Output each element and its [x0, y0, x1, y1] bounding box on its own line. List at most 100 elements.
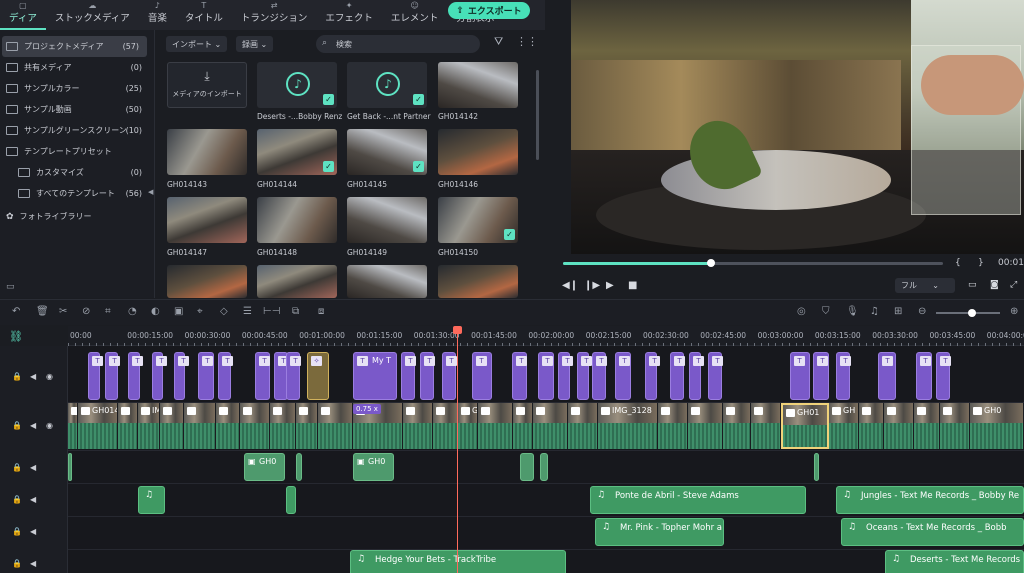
video-clip[interactable]	[296, 403, 318, 449]
title-clip[interactable]: T	[88, 352, 103, 400]
stop-icon[interactable]: ■	[628, 280, 637, 291]
title-clip[interactable]: T	[615, 352, 631, 400]
media-thumb-audio[interactable]: ♪ ✓	[257, 62, 337, 108]
title-clip[interactable]: T	[198, 352, 214, 400]
fullscreen-icon[interactable]: ⤢	[1010, 280, 1017, 290]
effect-clip[interactable]: ✧	[307, 352, 329, 400]
title-clip[interactable]: T	[916, 352, 932, 400]
lock-icon[interactable]: 🔒	[12, 421, 22, 430]
video-clip[interactable]	[859, 403, 884, 449]
media-thumb-video[interactable]	[438, 62, 518, 108]
adjust-icon[interactable]: ☰	[243, 306, 252, 317]
collapse-sidebar-icon[interactable]: ◀	[148, 188, 153, 196]
playhead-handle[interactable]	[453, 326, 462, 334]
monitor-icon[interactable]: ▭	[968, 280, 977, 290]
tab-music[interactable]: ♪ 音楽	[139, 0, 176, 30]
title-clip[interactable]: T	[128, 352, 143, 400]
media-thumb-video[interactable]: ✓	[347, 129, 427, 175]
title-clip[interactable]: T	[401, 352, 416, 400]
lock-icon[interactable]: 🔒	[12, 495, 22, 504]
mosaic-clip[interactable]	[68, 453, 72, 481]
speaker-icon[interactable]: ◀	[30, 527, 36, 536]
video-clip[interactable]	[914, 403, 940, 449]
tab-effects[interactable]: ✦ エフェクト	[316, 0, 382, 30]
import-dropdown[interactable]: インポート ⌄	[166, 36, 228, 52]
video-clip[interactable]	[884, 403, 914, 449]
media-thumb-video[interactable]	[167, 265, 247, 298]
zoom-slider[interactable]	[936, 309, 1000, 317]
title-clip[interactable]: T	[592, 352, 607, 400]
title-clip[interactable]: T	[538, 352, 554, 400]
speaker-icon[interactable]: ◀	[30, 372, 36, 381]
timeline-ruler[interactable]: 00:00 00:00:15:00 00:00:30:00 00:00:45:00 00…	[68, 326, 1024, 346]
speaker-icon[interactable]: ◀	[30, 463, 36, 472]
mosaic-clip[interactable]: ▣ GH0	[244, 453, 285, 481]
tab-elements[interactable]: ☺ エレメント	[382, 0, 448, 30]
video-clip[interactable]: GH01	[781, 403, 829, 449]
audio-mix-icon[interactable]: ♫	[870, 306, 879, 317]
media-thumb-video[interactable]	[438, 129, 518, 175]
video-clip[interactable]: GH	[829, 403, 859, 449]
filter-icon[interactable]: ⛛	[494, 35, 503, 49]
media-thumb-video[interactable]	[438, 265, 518, 298]
title-clip[interactable]: T	[218, 352, 233, 400]
title-clip[interactable]: T	[174, 352, 189, 400]
title-clip[interactable]: T	[420, 352, 435, 400]
preview-seek-bar[interactable]	[563, 259, 943, 267]
tab-stock-media[interactable]: ☁ ストックメディア	[46, 0, 139, 30]
zoom-in-icon[interactable]: ⊕	[1010, 306, 1018, 317]
mosaic-clip[interactable]	[296, 453, 302, 481]
media-thumb-video[interactable]	[347, 265, 427, 298]
shield-icon[interactable]: ⛉	[822, 306, 830, 317]
export-button[interactable]: ⇪ エクスポート	[448, 2, 530, 19]
green-screen-icon[interactable]: ▣	[174, 306, 183, 317]
undo-icon[interactable]: ↶	[12, 306, 20, 317]
video-clip[interactable]	[118, 403, 138, 449]
video-clip[interactable]	[68, 403, 78, 449]
keyframe-icon[interactable]: ◇	[220, 306, 228, 317]
video-clip[interactable]: IMG_3128	[598, 403, 658, 449]
title-clip[interactable]: T	[708, 352, 723, 400]
sidebar-item-all-templates[interactable]: すべてのテンプレート (56)	[0, 183, 150, 204]
video-clip[interactable]	[658, 403, 688, 449]
video-clip[interactable]: GH014141	[78, 403, 118, 449]
title-clip[interactable]: T	[152, 352, 167, 400]
cut-icon[interactable]: ✂	[59, 306, 67, 317]
title-clip[interactable]: T	[255, 352, 270, 400]
zoom-out-icon[interactable]: ⊖	[918, 306, 926, 317]
title-clip[interactable]: T	[790, 352, 810, 400]
camera-icon[interactable]: ◙	[990, 280, 999, 290]
step-back-icon[interactable]: ◀❙	[562, 280, 578, 291]
video-clip[interactable]	[533, 403, 568, 449]
video-clip[interactable]	[513, 403, 533, 449]
delete-icon[interactable]: 🗑	[36, 306, 49, 317]
mosaic-clip[interactable]	[540, 453, 548, 481]
crop-icon[interactable]: ⌗	[105, 306, 111, 317]
title-clip[interactable]: T	[286, 352, 301, 400]
speed-icon[interactable]: ◔	[128, 306, 137, 317]
sidebar-item-template-presets[interactable]: テンプレートプリセット	[0, 141, 150, 162]
grid-view-icon[interactable]: ⋮⋮	[516, 35, 538, 48]
split-clip-icon[interactable]: ⊢⊣	[263, 306, 280, 317]
title-clip[interactable]: T My T	[353, 352, 397, 400]
sidebar-item-customize[interactable]: カスタマイズ (0)	[0, 162, 150, 183]
media-thumb-video[interactable]	[347, 197, 427, 243]
microphone-icon[interactable]: 🎙	[846, 306, 859, 317]
video-clip[interactable]	[240, 403, 270, 449]
import-media-tile[interactable]: ⤓ メディアのインポート	[167, 62, 247, 108]
video-clip[interactable]	[568, 403, 598, 449]
sidebar-item-shared-media[interactable]: 共有メディア (0)	[0, 57, 150, 78]
lock-icon[interactable]: 🔒	[12, 463, 22, 472]
render-icon[interactable]: ◎	[797, 306, 806, 317]
audio-clip[interactable]: ♫ Deserts - Text Me Records	[885, 550, 1024, 573]
lock-icon[interactable]: 🔒	[12, 559, 22, 568]
mosaic-clip[interactable]: ▣ GH0	[353, 453, 394, 481]
title-clip[interactable]: T	[442, 352, 457, 400]
speaker-icon[interactable]: ◀	[30, 559, 36, 568]
play-icon[interactable]: ▶	[606, 280, 614, 291]
video-clip[interactable]	[723, 403, 751, 449]
audio-clip[interactable]: ♫	[138, 486, 165, 514]
zoom-slider-knob[interactable]	[968, 309, 976, 317]
video-clip[interactable]	[433, 403, 458, 449]
audio-clip[interactable]	[286, 486, 296, 514]
